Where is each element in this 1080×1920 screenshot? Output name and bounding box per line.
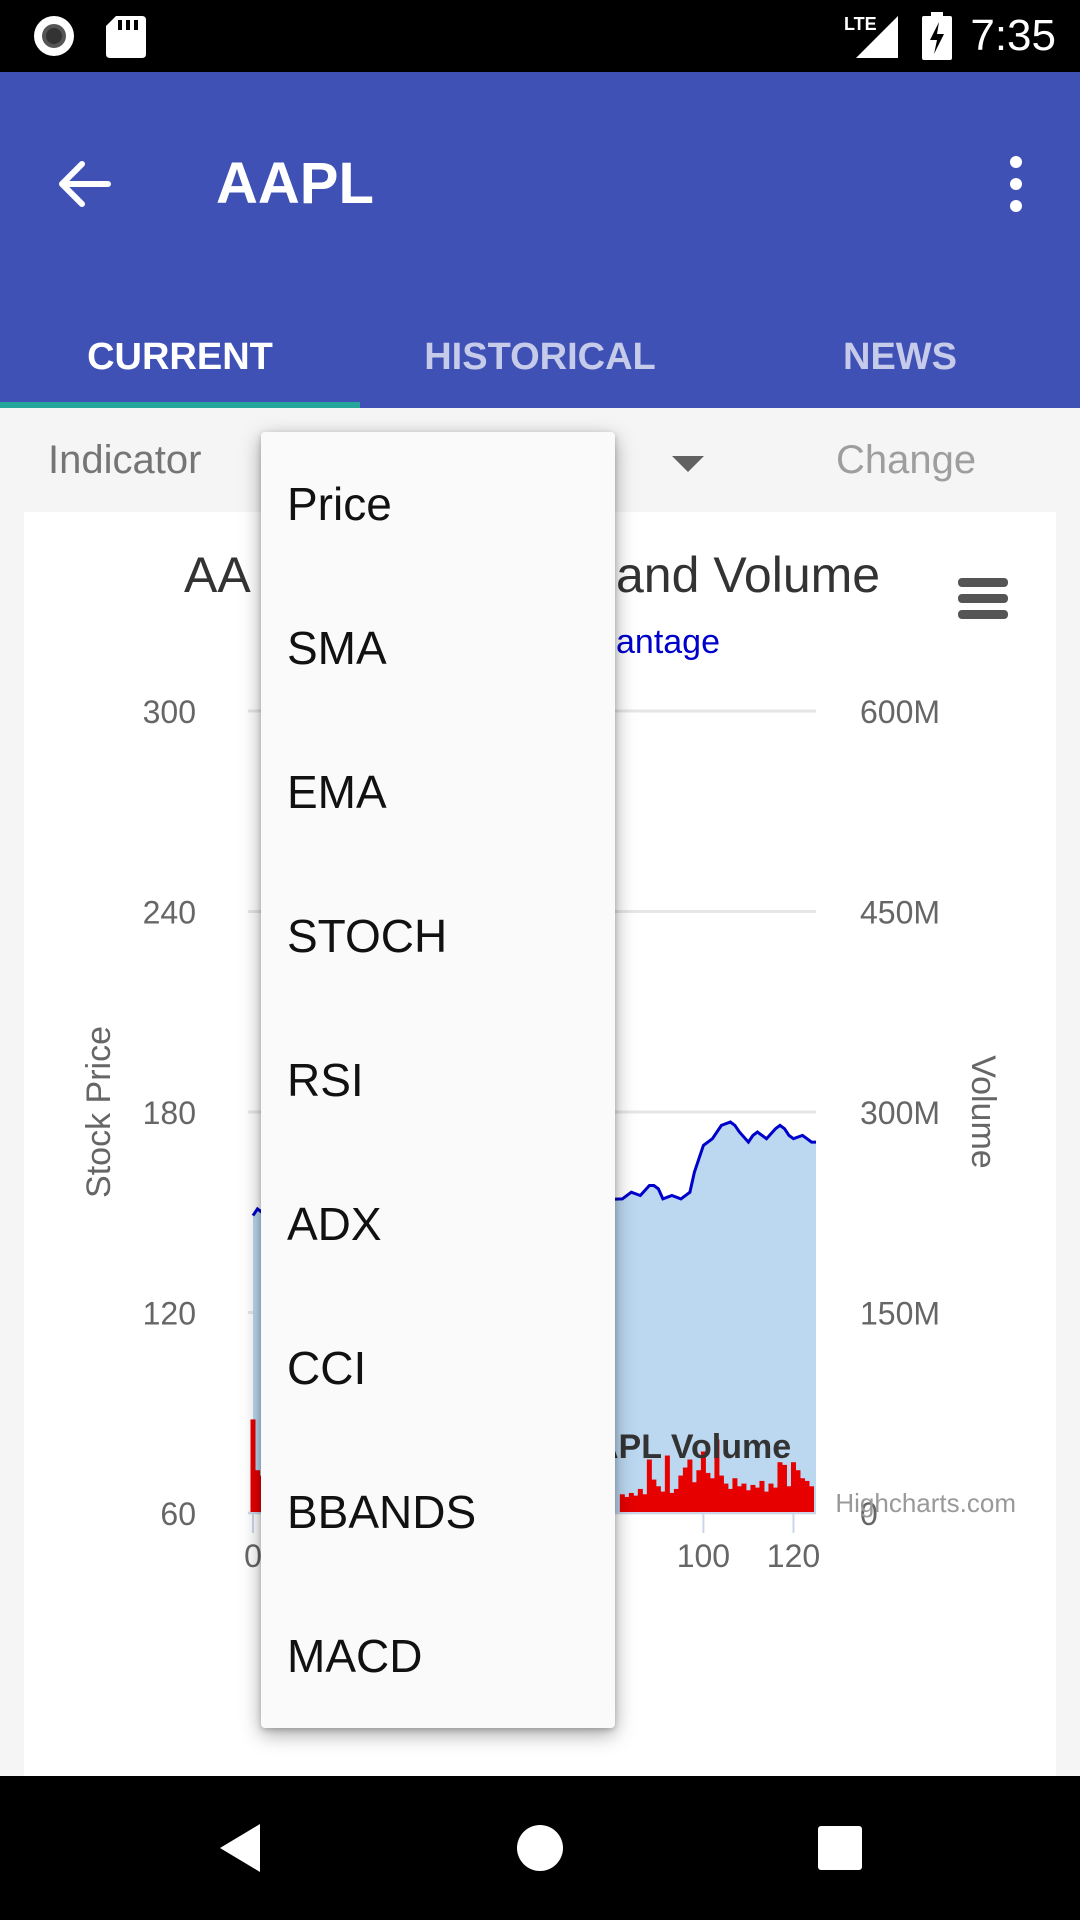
dropdown-option-adx[interactable]: ADX bbox=[261, 1152, 615, 1296]
back-arrow-icon[interactable] bbox=[48, 148, 120, 220]
y-right-tick-label: 150M bbox=[860, 1296, 940, 1332]
volume-bar bbox=[709, 1478, 715, 1513]
volume-bar bbox=[741, 1483, 747, 1513]
indicator-dropdown-menu: Price SMA EMA STOCH RSI ADX CCI BBANDS MACD bbox=[261, 432, 615, 1728]
volume-bar bbox=[790, 1462, 796, 1513]
y-left-tick-label: 240 bbox=[143, 895, 196, 931]
nav-back-icon[interactable] bbox=[216, 1822, 264, 1874]
volume-bar bbox=[678, 1475, 684, 1513]
volume-bar bbox=[637, 1488, 643, 1513]
y-left-tick-label: 180 bbox=[143, 1095, 196, 1131]
dropdown-option-bbands[interactable]: BBANDS bbox=[261, 1440, 615, 1584]
y-right-tick-label: 300M bbox=[860, 1095, 940, 1131]
y-right-tick-label: 600M bbox=[860, 694, 940, 730]
tab-current[interactable]: CURRENT bbox=[0, 306, 360, 408]
clock: 7:35 bbox=[970, 11, 1056, 60]
y-left-tick-label: 300 bbox=[143, 694, 196, 730]
volume-bar bbox=[250, 1419, 256, 1513]
legend-item-volume[interactable]: APL Volume bbox=[594, 1428, 791, 1466]
volume-bar bbox=[759, 1480, 765, 1513]
volume-bar bbox=[777, 1462, 783, 1513]
page-title: AAPL bbox=[216, 151, 374, 216]
volume-bar bbox=[718, 1475, 724, 1513]
tab-historical[interactable]: HISTORICAL bbox=[360, 306, 720, 408]
volume-bar bbox=[732, 1478, 738, 1513]
volume-bar bbox=[646, 1459, 652, 1513]
tab-bar: CURRENT HISTORICAL NEWS bbox=[0, 306, 1080, 408]
volume-bar bbox=[696, 1470, 702, 1513]
volume-bar bbox=[763, 1491, 769, 1513]
volume-bar bbox=[754, 1487, 760, 1513]
screen: LTE 7:35 AAPL CURRENT HISTORICAL NEWS In… bbox=[0, 0, 1080, 1920]
volume-bar bbox=[651, 1479, 657, 1513]
y-right-axis-title: Volume bbox=[964, 1055, 1002, 1168]
chart-hamburger-menu-icon[interactable] bbox=[958, 578, 1008, 619]
dropdown-option-stoch[interactable]: STOCH bbox=[261, 864, 615, 1008]
dropdown-option-macd[interactable]: MACD bbox=[261, 1584, 615, 1728]
dropdown-option-price[interactable]: Price bbox=[261, 432, 615, 576]
lte-signal-icon bbox=[856, 16, 898, 58]
navigation-bar bbox=[0, 1776, 1080, 1920]
volume-bar bbox=[750, 1484, 756, 1513]
volume-bar bbox=[687, 1459, 693, 1513]
change-button[interactable]: Change bbox=[836, 438, 976, 483]
status-bar: LTE 7:35 bbox=[0, 0, 1080, 72]
y-left-tick-label: 120 bbox=[143, 1296, 196, 1332]
volume-bar bbox=[619, 1494, 625, 1513]
chart-title-left: AA bbox=[184, 547, 251, 603]
dropdown-option-sma[interactable]: SMA bbox=[261, 576, 615, 720]
nav-home-icon[interactable] bbox=[516, 1824, 564, 1872]
volume-bar bbox=[673, 1488, 679, 1513]
tab-news[interactable]: NEWS bbox=[720, 306, 1080, 408]
volume-bar bbox=[705, 1472, 711, 1513]
volume-bar bbox=[736, 1486, 742, 1513]
volume-bar bbox=[723, 1483, 729, 1513]
volume-bar bbox=[633, 1495, 639, 1513]
volume-bar bbox=[795, 1470, 801, 1513]
volume-bar bbox=[799, 1478, 805, 1513]
volume-bar bbox=[660, 1491, 666, 1513]
volume-bar bbox=[727, 1488, 733, 1513]
app-bar: AAPL CURRENT HISTORICAL NEWS bbox=[0, 72, 1080, 408]
volume-bar bbox=[691, 1482, 697, 1513]
volume-bar bbox=[768, 1483, 774, 1513]
volume-bar bbox=[786, 1486, 792, 1513]
record-icon bbox=[34, 16, 74, 56]
volume-bar bbox=[624, 1496, 630, 1513]
dropdown-option-rsi[interactable]: RSI bbox=[261, 1008, 615, 1152]
volume-bar bbox=[669, 1492, 675, 1513]
more-vert-icon[interactable] bbox=[988, 148, 1044, 220]
chart-subtitle[interactable]: antage bbox=[616, 623, 720, 661]
volume-bar bbox=[628, 1492, 634, 1513]
x-tick-label: 100 bbox=[677, 1538, 730, 1574]
indicator-label: Indicator bbox=[48, 438, 202, 482]
dropdown-option-cci[interactable]: CCI bbox=[261, 1296, 615, 1440]
x-tick-label: 0 bbox=[244, 1538, 262, 1574]
volume-bar bbox=[781, 1464, 787, 1513]
volume-bar bbox=[255, 1470, 261, 1513]
spinner-dropdown-arrow-icon[interactable] bbox=[672, 456, 704, 472]
volume-bar bbox=[655, 1486, 661, 1513]
chart-title-right: and Volume bbox=[616, 547, 880, 603]
y-right-tick-label: 450M bbox=[860, 895, 940, 931]
volume-bar bbox=[745, 1490, 751, 1513]
dropdown-option-ema[interactable]: EMA bbox=[261, 720, 615, 864]
chart-credits[interactable]: Highcharts.com bbox=[835, 1488, 1016, 1518]
y-left-tick-label: 60 bbox=[160, 1496, 196, 1532]
nav-recents-icon[interactable] bbox=[818, 1826, 862, 1870]
volume-bar bbox=[642, 1494, 648, 1513]
x-tick-label: 120 bbox=[767, 1538, 820, 1574]
volume-bar bbox=[808, 1486, 814, 1513]
sd-card-icon bbox=[106, 16, 146, 58]
volume-bar bbox=[772, 1487, 778, 1513]
battery-charging-icon bbox=[922, 12, 952, 60]
y-left-axis-title: Stock Price bbox=[80, 1026, 118, 1198]
volume-bar bbox=[682, 1467, 688, 1513]
volume-bar bbox=[804, 1480, 810, 1513]
